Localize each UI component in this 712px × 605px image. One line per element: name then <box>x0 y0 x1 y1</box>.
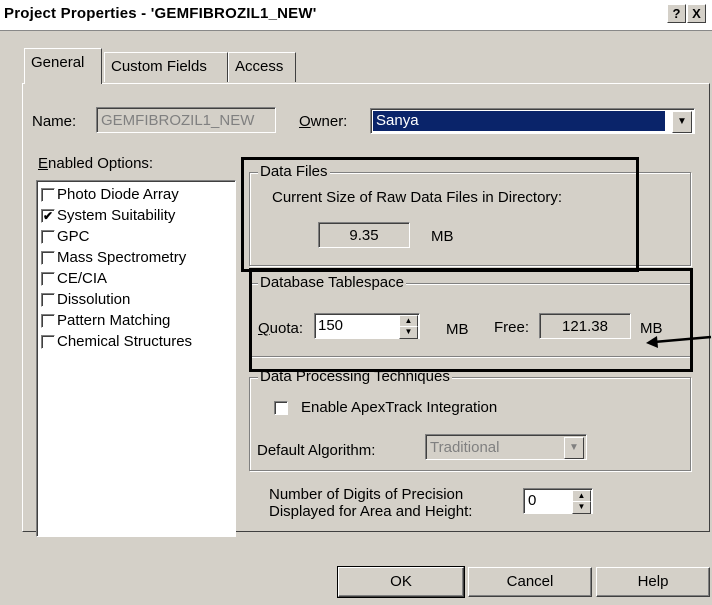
precision-spinner[interactable]: 0 ▲ ▼ <box>523 488 593 514</box>
title-bar: Project Properties - 'GEMFIBROZIL1_NEW' … <box>0 0 712 31</box>
checkbox-icon[interactable] <box>41 293 55 307</box>
tab-general[interactable]: General <box>24 48 102 84</box>
checkbox-checked-icon[interactable]: ✔ <box>41 209 55 223</box>
arrow-line <box>653 335 712 344</box>
name-field-value: GEMFIBROZIL1_NEW <box>101 112 255 129</box>
enabled-options-list[interactable]: Photo Diode Array ✔ System Suitability G… <box>36 180 236 537</box>
algorithm-select[interactable]: Traditional ▼ <box>425 434 587 460</box>
chevron-down-icon[interactable]: ▼ <box>564 437 584 459</box>
algorithm-label: Default Algorithm: <box>257 442 376 459</box>
option-label: CE/CIA <box>57 270 108 287</box>
precision-label: Number of Digits of Precision Displayed … <box>269 486 472 520</box>
arrow-head <box>646 336 658 348</box>
option-label: Dissolution <box>57 291 131 308</box>
name-label: Name: <box>32 113 77 130</box>
owner-label: Owner: <box>299 113 347 130</box>
tablespace-highlight <box>249 268 693 372</box>
chevron-down-icon[interactable]: ▼ <box>672 111 692 133</box>
ok-button[interactable]: OK <box>337 566 465 598</box>
close-title-button[interactable]: X <box>687 4 706 23</box>
checkbox-icon[interactable] <box>41 251 55 265</box>
arrow-pointer-icon <box>646 335 712 348</box>
help-button[interactable]: Help <box>596 567 710 597</box>
option-label: Pattern Matching <box>57 312 171 329</box>
checkbox-icon[interactable] <box>41 335 55 349</box>
tab-general-label: General <box>31 54 85 71</box>
checkbox-icon[interactable] <box>41 272 55 286</box>
apextrack-option[interactable]: Enable ApexTrack Integration <box>272 398 572 418</box>
tab-access[interactable]: Access <box>228 52 296 82</box>
apextrack-label: Enable ApexTrack Integration <box>301 399 498 416</box>
option-label: System Suitability <box>57 207 176 224</box>
tab-access-label: Access <box>235 58 284 75</box>
owner-select-value: Sanya <box>373 111 665 131</box>
owner-select[interactable]: Sanya ▼ <box>370 108 695 134</box>
algorithm-value: Traditional <box>430 439 500 456</box>
precision-value: 0 <box>528 492 537 509</box>
checkbox-icon[interactable] <box>41 314 55 328</box>
option-label: Mass Spectrometry <box>57 249 187 266</box>
owner-label-text: Owner: <box>299 113 348 130</box>
apextrack-checkbox-icon[interactable] <box>274 401 288 415</box>
enabled-options-label: Enabled Options: <box>38 155 154 172</box>
checkbox-icon[interactable] <box>41 230 55 244</box>
name-field: GEMFIBROZIL1_NEW <box>96 107 276 133</box>
checkbox-icon[interactable] <box>41 188 55 202</box>
precision-label-line2: Displayed for Area and Height: <box>269 503 473 520</box>
tab-custom-fields-label: Custom Fields <box>111 58 207 75</box>
precision-label-line1: Number of Digits of Precision <box>269 486 464 503</box>
option-label: Chemical Structures <box>57 333 193 350</box>
option-label: GPC <box>57 228 90 245</box>
cancel-button[interactable]: Cancel <box>468 567 592 597</box>
spin-down-icon[interactable]: ▼ <box>572 501 591 514</box>
tab-custom-fields[interactable]: Custom Fields <box>104 52 228 82</box>
option-label: Photo Diode Array <box>57 186 179 203</box>
data-files-highlight <box>241 157 639 272</box>
window-title: Project Properties - 'GEMFIBROZIL1_NEW' <box>4 5 317 22</box>
help-title-button[interactable]: ? <box>667 4 686 23</box>
